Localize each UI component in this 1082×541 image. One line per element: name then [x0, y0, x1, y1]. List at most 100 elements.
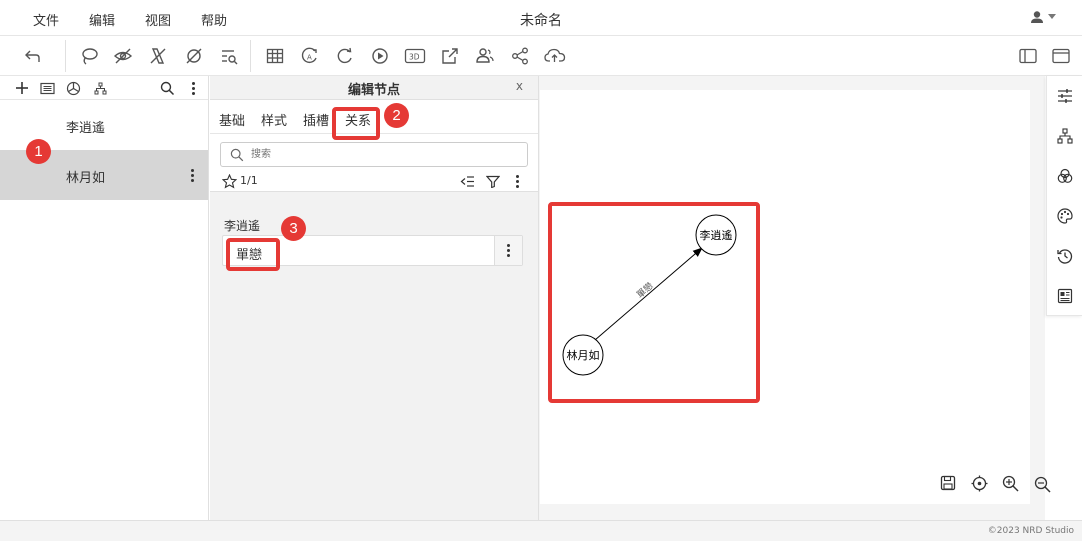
- save-canvas-button[interactable]: [940, 475, 958, 493]
- 3d-view-button[interactable]: 3D: [402, 43, 428, 69]
- more-vertical-icon: [191, 81, 195, 95]
- auto-layout-button[interactable]: A: [297, 43, 323, 69]
- history-button[interactable]: [1055, 246, 1075, 266]
- graph-node-label: 李逍遙: [700, 228, 733, 242]
- lasso-button[interactable]: [76, 43, 102, 69]
- relation-entry[interactable]: 單戀: [222, 235, 523, 266]
- list-search-icon: [222, 50, 238, 65]
- play-icon: [372, 48, 388, 64]
- relation-type-value[interactable]: 單戀: [236, 244, 262, 263]
- close-panel-button[interactable]: x: [516, 79, 523, 93]
- user-icon: [1031, 11, 1043, 23]
- tab-slots[interactable]: 插槽: [303, 110, 329, 129]
- hierarchy-view-button[interactable]: [1055, 126, 1075, 146]
- external-link-icon: [442, 48, 458, 64]
- history-icon: [1057, 249, 1073, 264]
- graph-node-li[interactable]: 李逍遙: [695, 214, 737, 256]
- status-footer: ©2023 NRD Studio: [0, 520, 1082, 541]
- list-view-button[interactable]: [38, 79, 56, 97]
- cloud-upload-button[interactable]: [542, 43, 568, 69]
- settings-sliders-button[interactable]: [1055, 86, 1075, 106]
- more-vertical-icon[interactable]: [516, 175, 519, 188]
- eye-slash-icon: [113, 48, 133, 64]
- step-badge-3: 3: [281, 216, 306, 241]
- toolbar-divider: [250, 40, 251, 72]
- step-badge-2: 2: [384, 103, 409, 128]
- sliders-icon: [1058, 89, 1072, 103]
- collaborators-button[interactable]: [472, 43, 498, 69]
- zoom-in-icon: [1002, 475, 1019, 492]
- hierarchy-icon: [1057, 128, 1073, 144]
- tab-relations[interactable]: 关系: [345, 110, 371, 129]
- 3d-icon: 3D: [404, 48, 426, 64]
- tab-style[interactable]: 样式: [261, 110, 287, 129]
- tab-basic[interactable]: 基础: [219, 110, 245, 129]
- plus-icon: [16, 82, 28, 94]
- relation-search-area: 1/1: [210, 134, 538, 192]
- center-view-button[interactable]: [971, 475, 989, 493]
- clear-button[interactable]: [181, 43, 207, 69]
- edit-panel-title: 编辑节点: [347, 83, 400, 98]
- undo-icon: [25, 50, 40, 62]
- node-list-item-label: 李逍遙: [66, 121, 106, 136]
- menu-file[interactable]: 文件: [33, 10, 59, 29]
- menu-bar: 文件 编辑 视图 帮助 未命名: [0, 0, 1082, 36]
- graph-node-label: 林月如: [567, 348, 600, 362]
- hide-button[interactable]: [110, 43, 136, 69]
- menu-edit[interactable]: 编辑: [89, 10, 115, 29]
- circle-slash-icon: [186, 48, 202, 64]
- play-button[interactable]: [367, 43, 393, 69]
- export-button[interactable]: [437, 43, 463, 69]
- zoom-out-button[interactable]: [1034, 476, 1052, 494]
- graph-node-lin[interactable]: 林月如: [562, 334, 604, 376]
- menu-help[interactable]: 帮助: [201, 10, 227, 29]
- toggle-window-button[interactable]: [1048, 43, 1074, 69]
- relation-more-button[interactable]: [494, 236, 522, 265]
- collapse-list-icon[interactable]: [460, 175, 475, 188]
- table-icon: [266, 48, 284, 64]
- node-list-toolbar: [0, 76, 208, 100]
- cloud-upload-icon: [544, 48, 566, 62]
- search-icon: [230, 148, 244, 162]
- filter-icon[interactable]: [486, 175, 500, 188]
- caret-down-icon: [1048, 14, 1056, 19]
- relation-search-box[interactable]: [220, 142, 528, 167]
- node-info-button[interactable]: [1055, 286, 1075, 306]
- relation-count: 1/1: [240, 174, 258, 187]
- brush-button[interactable]: [145, 43, 171, 69]
- relation-search-input[interactable]: [251, 146, 511, 163]
- edge-label: 單戀: [634, 280, 655, 301]
- toggle-left-panel-button[interactable]: [1015, 43, 1041, 69]
- step-badge-1: 1: [26, 139, 51, 164]
- crosshair-icon: [971, 475, 988, 492]
- palette-icon: [1057, 208, 1073, 224]
- add-node-button[interactable]: [13, 79, 31, 97]
- node-list-more-button[interactable]: [184, 79, 202, 97]
- svg-text:3D: 3D: [409, 53, 420, 62]
- node-item-more-button[interactable]: [186, 165, 198, 185]
- hierarchy-icon: [94, 82, 106, 94]
- refresh-button[interactable]: [332, 43, 358, 69]
- refresh-icon: [337, 47, 352, 64]
- hierarchy-button[interactable]: [91, 79, 109, 97]
- find-button[interactable]: [216, 43, 242, 69]
- pie-chart-icon: [66, 81, 80, 95]
- user-menu[interactable]: [1030, 10, 1056, 24]
- search-node-button[interactable]: [158, 79, 176, 97]
- sidebar-left-icon: [1019, 48, 1037, 64]
- id-card-icon: [1057, 288, 1073, 304]
- groups-button[interactable]: [1055, 166, 1075, 186]
- users-icon: [476, 48, 494, 63]
- graph-canvas[interactable]: 單戀 李逍遙 林月如: [540, 90, 1030, 504]
- undo-button[interactable]: [20, 43, 46, 69]
- menu-view[interactable]: 视图: [145, 10, 171, 29]
- zoom-in-button[interactable]: [1002, 475, 1020, 493]
- edit-panel-header: 编辑节点 x: [210, 76, 538, 100]
- right-tool-sidebar: [1046, 76, 1082, 316]
- share-button[interactable]: [507, 43, 533, 69]
- save-icon: [940, 475, 956, 491]
- stats-button[interactable]: [64, 79, 82, 97]
- palette-button[interactable]: [1055, 206, 1075, 226]
- table-button[interactable]: [262, 43, 288, 69]
- star-icon[interactable]: [222, 174, 237, 189]
